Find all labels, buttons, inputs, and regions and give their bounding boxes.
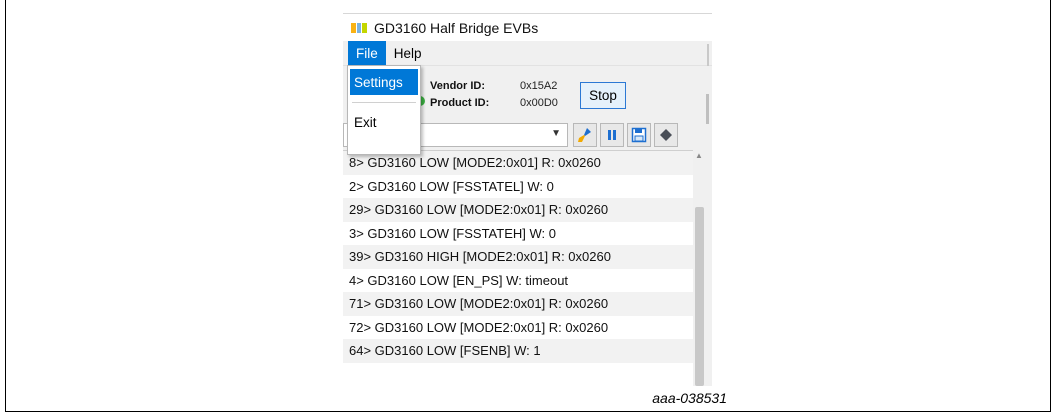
message-log-list[interactable]: 8> GD3160 LOW [MODE2:0x01] R: 0x0260 2> G… [343, 150, 693, 386]
stop-button[interactable]: Stop [580, 82, 626, 109]
scrollbar-thumb[interactable] [695, 207, 704, 386]
menu-item-exit[interactable]: Exit [348, 108, 420, 136]
log-scrollbar[interactable]: ▲ [693, 150, 706, 386]
clear-brush-icon [578, 128, 591, 142]
menu-bar: File Help [343, 41, 712, 66]
window-title: GD3160 Half Bridge EVBs [374, 19, 539, 36]
divider [706, 94, 709, 124]
pause-icon [608, 130, 616, 140]
file-menu-dropdown: Settings Exit [347, 65, 421, 155]
log-row[interactable]: 2> GD3160 LOW [FSSTATEL] W: 0 [343, 174, 693, 198]
divider [707, 44, 709, 66]
nxp-logo-icon [351, 22, 368, 33]
title-bar: GD3160 Half Bridge EVBs [343, 14, 712, 41]
app-window: GD3160 Half Bridge EVBs File Help Vendor… [343, 14, 712, 386]
pause-button[interactable] [600, 123, 624, 147]
log-row[interactable]: 29> GD3160 LOW [MODE2:0x01] R: 0x0260 [343, 198, 693, 222]
log-row[interactable]: 71> GD3160 LOW [MODE2:0x01] R: 0x0260 [343, 292, 693, 316]
menu-file[interactable]: File [348, 41, 386, 65]
log-row[interactable]: 4> GD3160 LOW [EN_PS] W: timeout [343, 268, 693, 292]
log-row[interactable]: 72> GD3160 LOW [MODE2:0x01] R: 0x0260 [343, 315, 693, 339]
menu-separator [352, 102, 416, 103]
log-row[interactable]: 39> GD3160 HIGH [MODE2:0x01] R: 0x0260 [343, 245, 693, 269]
log-row[interactable]: 3> GD3160 LOW [FSSTATEH] W: 0 [343, 221, 693, 245]
clear-log-button[interactable] [573, 123, 597, 147]
scroll-up-icon[interactable]: ▲ [695, 151, 703, 160]
vendor-id-value: 0x15A2 [520, 80, 558, 92]
diamond-icon [660, 129, 672, 141]
vendor-id-label: Vendor ID: [430, 80, 486, 92]
menu-help[interactable]: Help [386, 41, 430, 65]
save-icon [631, 127, 647, 143]
log-row[interactable]: 64> GD3160 LOW [FSENB] W: 1 [343, 339, 693, 363]
chevron-down-icon[interactable]: ▼ [551, 128, 561, 139]
diamond-button[interactable] [654, 123, 678, 147]
menu-item-settings[interactable]: Settings [350, 69, 418, 95]
product-id-label: Product ID: [430, 97, 490, 109]
figure-caption: aaa-038531 [652, 390, 727, 406]
product-id-value: 0x00D0 [520, 97, 558, 109]
save-log-button[interactable] [627, 123, 651, 147]
